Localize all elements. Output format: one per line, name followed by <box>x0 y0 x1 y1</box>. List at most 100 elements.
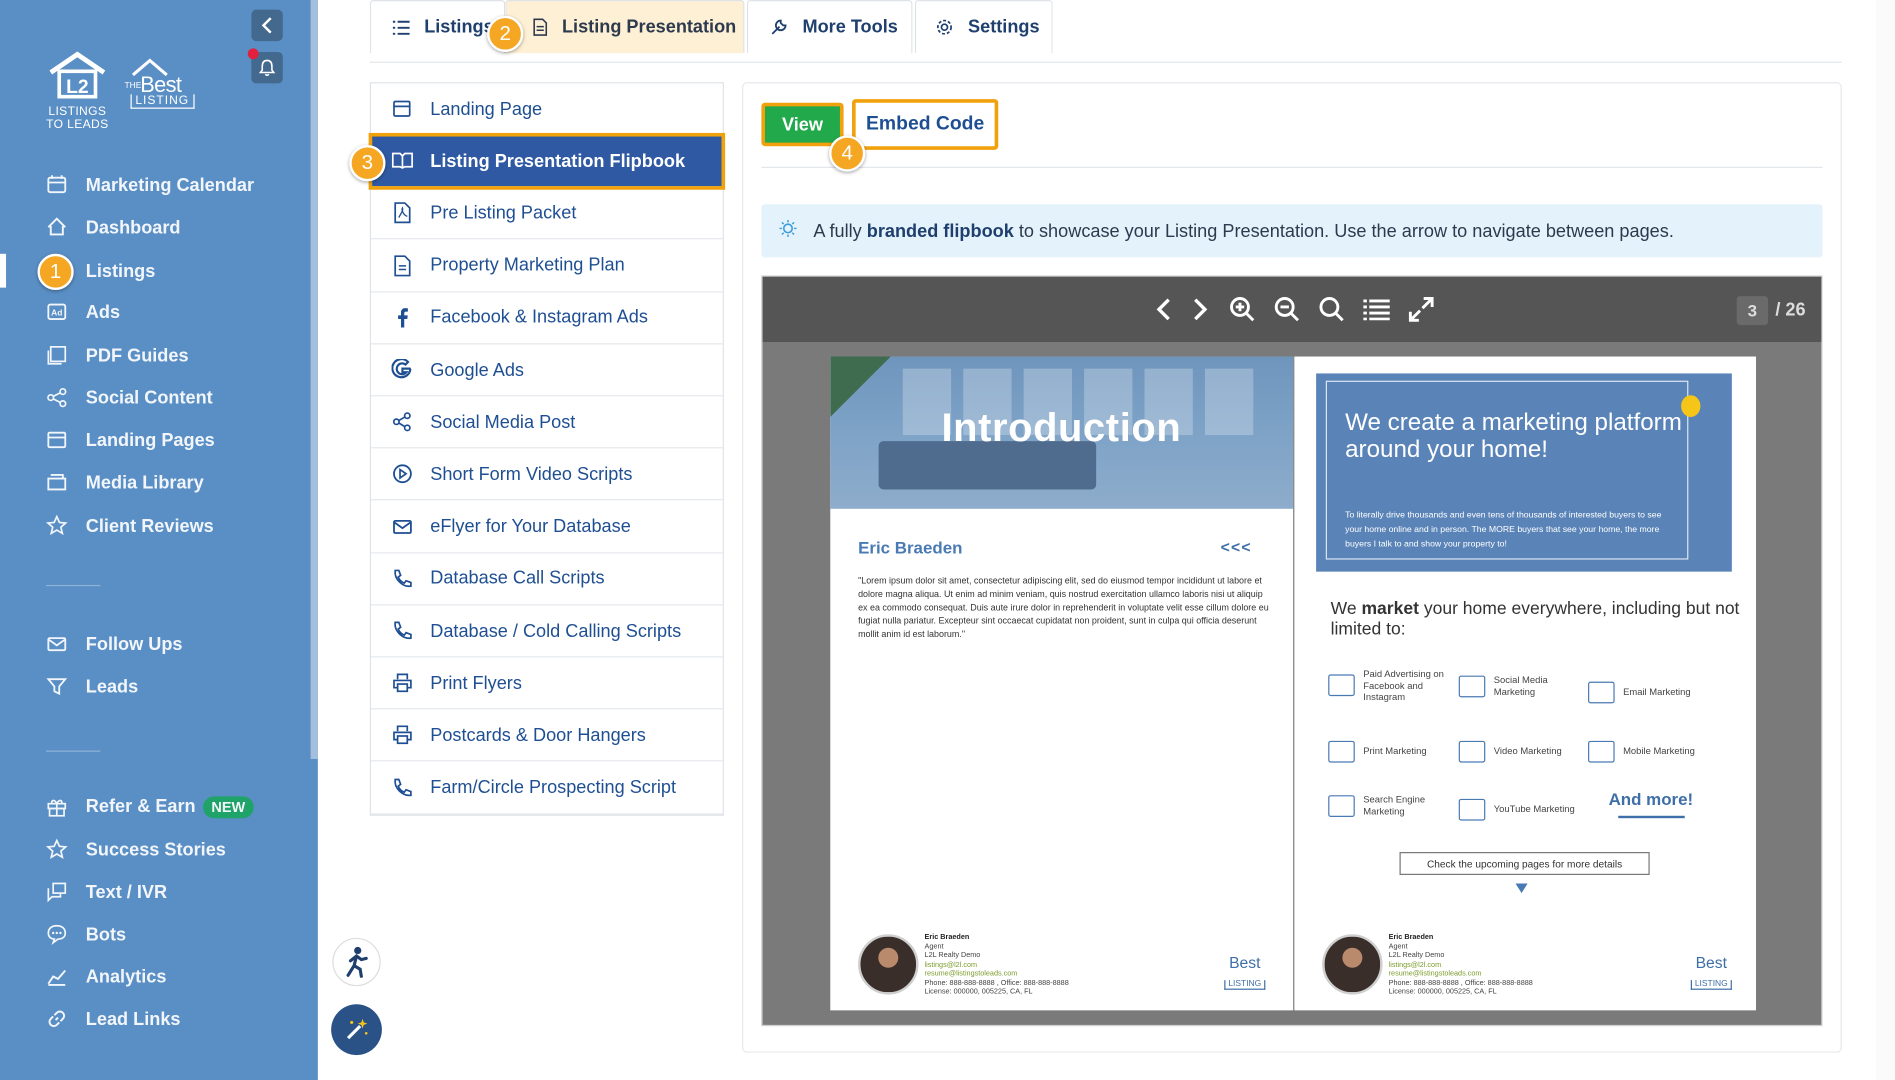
printer-icon <box>392 672 414 694</box>
submenu-item-database-cold-calling-scripts[interactable]: Database / Cold Calling Scripts <box>371 605 723 658</box>
service-item: Search Engine Marketing <box>1328 794 1449 817</box>
submenu-item-google-ads[interactable]: Google Ads <box>371 344 723 397</box>
sidebar-item-leads[interactable]: Leads <box>0 668 311 704</box>
tab-more-tools[interactable]: More Tools <box>746 0 913 54</box>
service-icon <box>1328 740 1355 763</box>
tab-listings[interactable]: Listings <box>369 0 506 54</box>
submenu-item-listing-presentation-flipbook[interactable]: Listing Presentation Flipbook <box>368 133 726 190</box>
notification-dot <box>247 48 259 60</box>
mail-icon <box>392 516 414 538</box>
sidebar-item-analytics[interactable]: Analytics <box>0 958 311 994</box>
sidebar-item-text-ivr[interactable]: Text / IVR <box>0 874 311 910</box>
submenu-item-short-form-video-scripts[interactable]: Short Form Video Scripts <box>371 449 723 501</box>
sidebar-item-dashboard[interactable]: Dashboard <box>0 209 311 245</box>
introduction-hero-image: Introduction <box>830 356 1294 509</box>
sidebar-item-text: Social Content <box>85 387 213 408</box>
step-badge-2: 2 <box>487 15 524 52</box>
submenu-item-social-media-post[interactable]: Social Media Post <box>371 397 723 449</box>
filter-icon <box>45 674 69 698</box>
sidebar-item-label: Follow Ups <box>86 634 183 655</box>
view-button[interactable]: View <box>761 102 844 147</box>
fullscreen-icon[interactable] <box>1407 295 1436 324</box>
submenu-item-eflyer-for-your-database[interactable]: eFlyer for Your Database <box>371 501 723 554</box>
search-icon[interactable] <box>1317 295 1346 324</box>
magic-assistant-button[interactable] <box>331 1004 382 1056</box>
agent-footer: Eric Braeden Agent L2L Realty Demo listi… <box>1322 934 1733 996</box>
current-page-field[interactable]: 3 <box>1736 296 1769 326</box>
footer-license: License: 000000, 005225, CA, FL <box>1388 988 1497 996</box>
sidebar-item-refer-earn[interactable]: Refer & Earn NEW <box>0 789 311 825</box>
zoom-out-icon[interactable] <box>1273 295 1302 324</box>
submenu-item-label: eFlyer for Your Database <box>430 516 631 537</box>
total-pages-text: / 26 <box>1775 299 1806 321</box>
submenu-item-database-call-scripts[interactable]: Database Call Scripts <box>371 553 723 606</box>
sidebar-item-social-content[interactable]: Social Content <box>0 379 311 415</box>
submenu-item-facebook-instagram-ads[interactable]: Facebook & Instagram Ads <box>371 292 723 345</box>
sidebar-item-text: Follow Ups <box>85 633 183 655</box>
sidebar-item-label: Text / IVR <box>86 882 167 903</box>
sidebar-item-text: Marketing Calendar <box>85 174 255 196</box>
sidebar-item-label: Analytics <box>86 966 167 987</box>
accessibility-icon <box>346 946 368 978</box>
buttons-separator <box>761 166 1823 168</box>
gift-icon <box>45 795 69 819</box>
introduction-title: Introduction <box>941 404 1182 450</box>
tab-settings[interactable]: Settings <box>914 0 1053 54</box>
sidebar-item-bots[interactable]: Bots <box>0 916 311 952</box>
logo-listing-text: LISTING <box>1224 980 1265 990</box>
sidebar-item-client-reviews[interactable]: Client Reviews <box>0 508 311 544</box>
market-pre: We <box>1330 599 1362 619</box>
sidebar-item-text: Media Library <box>85 471 204 493</box>
footer-email2: resume@listingstoleads.com <box>924 970 1018 978</box>
sidebar-item-label: Dashboard <box>86 217 181 238</box>
tab-listing-presentation[interactable]: Listing Presentation <box>505 0 745 54</box>
agent-contact: Eric Braeden Agent L2L Realty Demo listi… <box>925 934 1069 997</box>
service-item: YouTube Marketing <box>1458 798 1580 821</box>
submenu-item-print-flyers[interactable]: Print Flyers <box>371 658 723 710</box>
info-text-pre: A fully <box>813 220 867 242</box>
logo-best-text: Best <box>1229 953 1261 972</box>
page-scrollbar[interactable] <box>1875 0 1895 1080</box>
submenu-item-pre-listing-packet[interactable]: Pre Listing Packet <box>371 188 723 240</box>
sidebar-item-marketing-calendar[interactable]: Marketing Calendar <box>0 167 311 203</box>
zoom-in-icon[interactable] <box>1228 295 1257 324</box>
service-label: Email Marketing <box>1623 686 1691 698</box>
book-icon <box>391 150 414 172</box>
next-page-icon[interactable] <box>1186 295 1215 324</box>
accessibility-button[interactable] <box>332 937 381 987</box>
wrench-icon <box>770 18 788 36</box>
analytics-icon <box>45 964 69 988</box>
sidebar-item-text: Analytics <box>85 966 167 987</box>
submenu-item-property-marketing-plan[interactable]: Property Marketing Plan <box>371 240 723 292</box>
sidebar-item-text: Leads <box>85 676 139 697</box>
table-of-contents-icon[interactable] <box>1362 295 1391 324</box>
sidebar-item-media-library[interactable]: Media Library <box>0 464 311 500</box>
logo-the-text: THE <box>124 82 142 91</box>
sidebar-item-label: Listings <box>86 260 156 281</box>
sidebar-item-lead-links[interactable]: Lead Links <box>0 1001 311 1037</box>
prev-page-icon[interactable] <box>1149 295 1178 324</box>
and-more-text: And more! <box>1608 789 1694 809</box>
hero-window <box>1204 368 1254 436</box>
sidebar-item-pdf-guides[interactable]: PDF Guides <box>0 337 311 373</box>
sidebar-scrollbar[interactable] <box>310 0 318 759</box>
sidebar-item-landing-pages[interactable]: Landing Pages <box>0 422 311 458</box>
star-icon <box>45 838 69 862</box>
info-text: A fully branded flipbook to showcase you… <box>813 221 1674 242</box>
agent-name: Eric Braeden <box>858 537 963 558</box>
info-text-post: to showcase your Listing Presentation. U… <box>1013 220 1674 242</box>
sidebar-item-success-stories[interactable]: Success Stories <box>0 831 311 867</box>
embed-code-button[interactable]: Embed Code <box>852 99 999 150</box>
notifications-button[interactable] <box>247 48 283 84</box>
new-badge: NEW <box>202 796 254 819</box>
flipbook-left-page: Introduction Eric Braeden <<< "Lorem ips… <box>830 356 1294 1011</box>
collapse-sidebar-button[interactable] <box>251 9 283 42</box>
submenu-item-landing-page[interactable]: Landing Page <box>371 83 723 136</box>
sidebar-item-ads[interactable]: Ad Ads <box>0 294 311 330</box>
sidebar-item-text: Client Reviews <box>85 515 214 536</box>
sidebar-item-follow-ups[interactable]: Follow Ups <box>0 626 311 662</box>
submenu-item-label: Landing Page <box>430 98 543 120</box>
submenu-item-postcards-door-hangers[interactable]: Postcards & Door Hangers <box>371 710 723 762</box>
agent-avatar <box>1322 934 1383 995</box>
submenu-item-farm-circle-prospecting-script[interactable]: Farm/Circle Prospecting Script <box>371 762 723 815</box>
